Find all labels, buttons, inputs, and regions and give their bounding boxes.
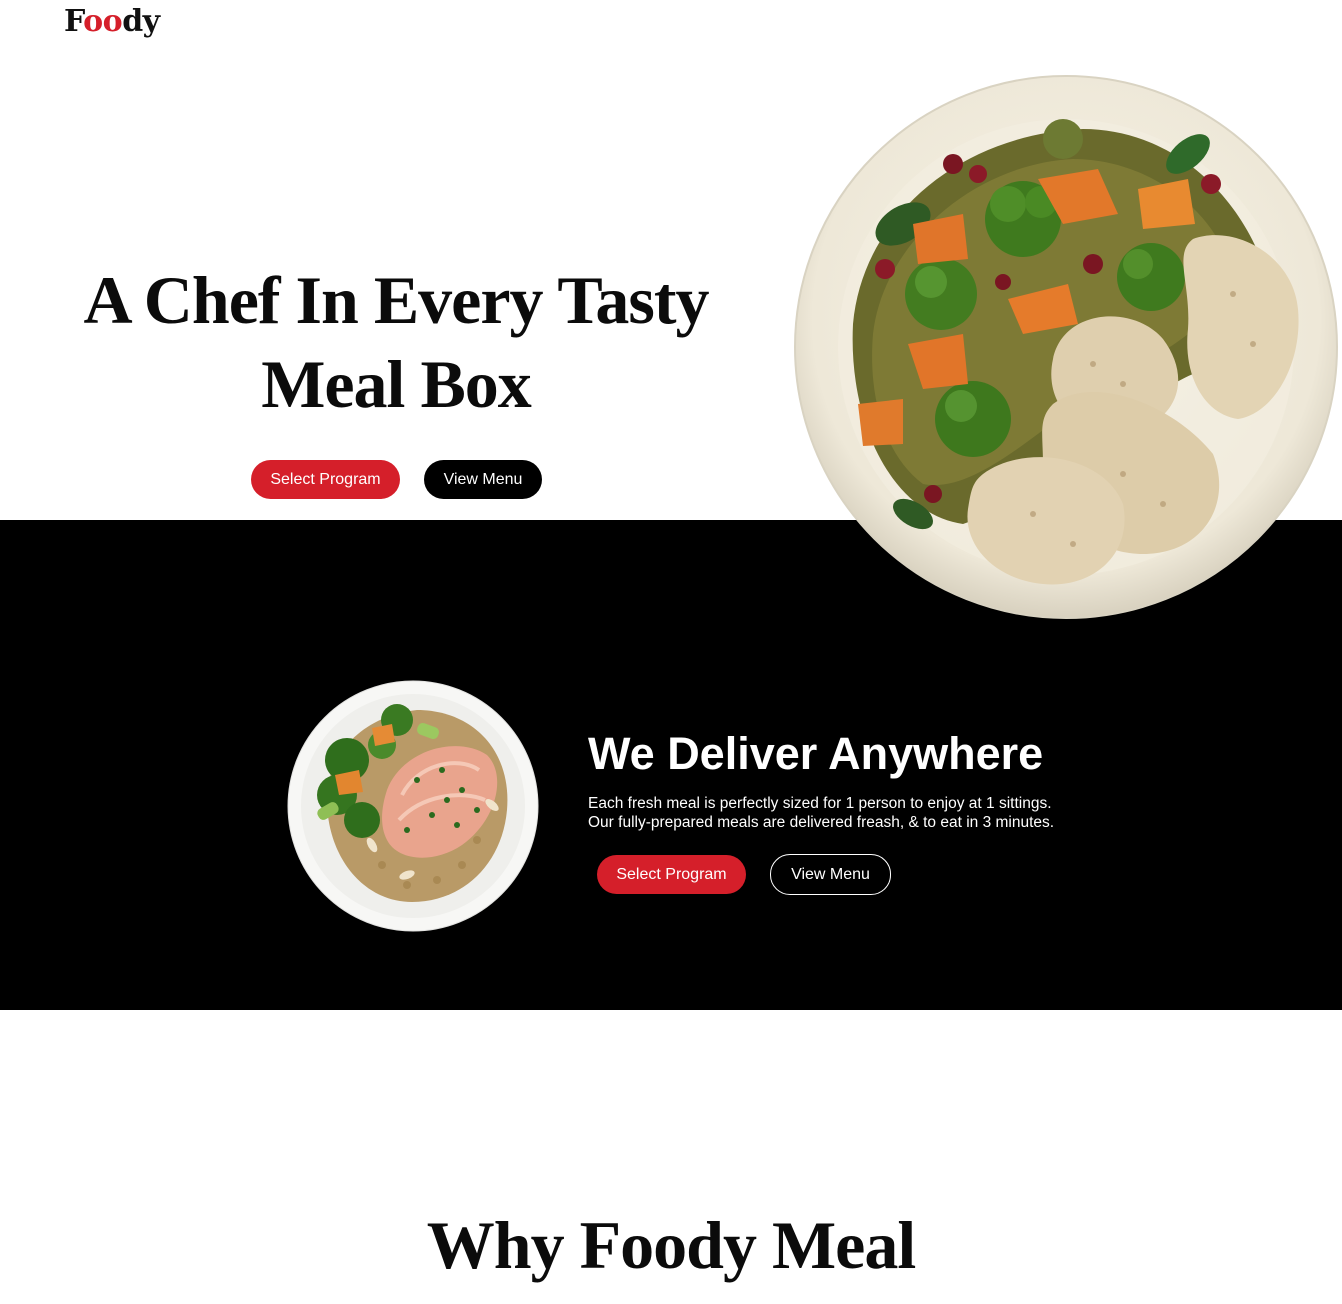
logo-part-2: oo	[83, 4, 123, 39]
hero-view-menu-button[interactable]: View Menu	[424, 460, 542, 499]
logo-part-1: F	[64, 4, 84, 39]
delivery-description-line2: Our fully-prepared meals are delivered f…	[588, 814, 1055, 831]
salmon-quinoa-plate-image	[287, 680, 539, 932]
chicken-vegetable-plate-image	[794, 75, 1338, 619]
hero-title-line2: Meal Box	[261, 346, 532, 422]
why-section-title: Why Foody Meal	[426, 1207, 916, 1283]
delivery-description-line1: Each fresh meal is perfectly sized for 1…	[588, 795, 1052, 812]
hero-title-line1: A Chef In Every Tasty	[83, 262, 709, 338]
logo[interactable]: Foody	[64, 4, 160, 39]
hero-title: A Chef In Every Tasty Meal Box	[60, 258, 732, 426]
delivery-view-menu-button[interactable]: View Menu	[770, 854, 891, 895]
delivery-select-program-button[interactable]: Select Program	[597, 855, 746, 894]
hero-select-program-button[interactable]: Select Program	[251, 460, 400, 499]
logo-part-3: dy	[122, 4, 160, 39]
delivery-title: We Deliver Anywhere	[588, 728, 1044, 779]
